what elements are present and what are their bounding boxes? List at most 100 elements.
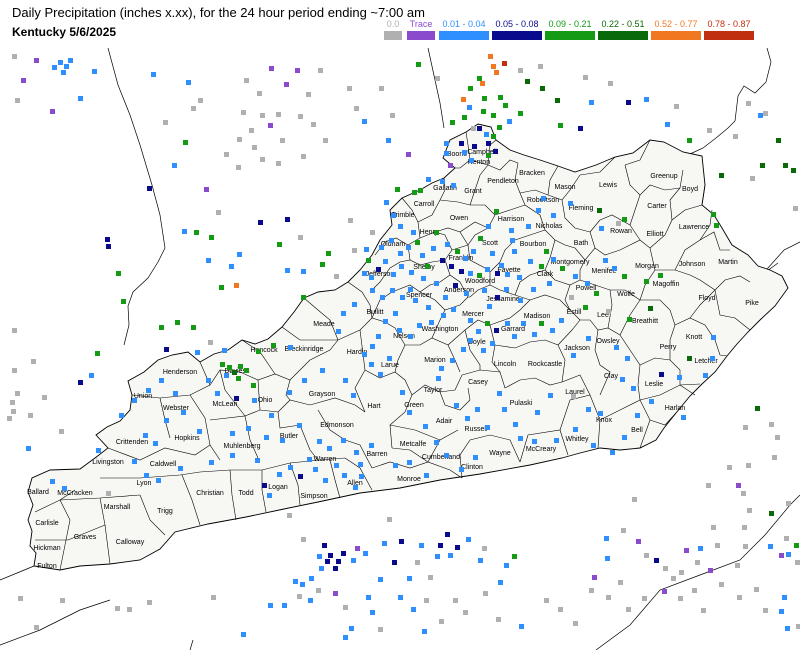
station-marker — [369, 275, 374, 280]
station-marker — [417, 323, 422, 328]
county-label-pulaski: Pulaski — [510, 400, 533, 407]
station-marker — [490, 251, 495, 256]
station-marker — [445, 242, 450, 247]
station-marker — [502, 61, 507, 66]
station-marker — [164, 418, 169, 423]
station-marker — [143, 433, 148, 438]
station-marker — [92, 69, 97, 74]
station-marker — [743, 425, 748, 430]
station-marker — [468, 318, 473, 323]
station-marker — [195, 350, 200, 355]
station-marker — [197, 429, 202, 434]
station-marker — [428, 575, 433, 580]
station-marker — [301, 154, 306, 159]
station-marker — [419, 543, 424, 548]
station-marker — [487, 304, 492, 309]
station-marker — [531, 287, 536, 292]
station-marker — [59, 429, 64, 434]
station-marker — [473, 455, 478, 460]
station-marker — [518, 436, 523, 441]
station-marker — [342, 473, 347, 478]
station-marker — [186, 80, 191, 85]
station-marker — [52, 65, 57, 70]
station-marker — [264, 435, 269, 440]
station-marker — [415, 240, 420, 245]
station-marker — [478, 558, 483, 563]
station-marker — [58, 60, 63, 65]
station-marker — [491, 64, 496, 69]
station-marker — [369, 443, 374, 448]
station-marker — [343, 605, 348, 610]
station-marker — [252, 145, 257, 150]
station-marker — [560, 266, 565, 271]
station-marker — [648, 306, 653, 311]
station-marker — [400, 390, 405, 395]
station-marker — [147, 186, 152, 191]
station-marker — [736, 483, 741, 488]
station-marker — [191, 325, 196, 330]
county-label-mason: Mason — [554, 184, 575, 191]
county-label-clark: Clark — [537, 271, 554, 278]
station-marker — [604, 536, 609, 541]
station-marker — [362, 119, 367, 124]
county-label-pike: Pike — [745, 300, 759, 307]
legend-label: 0.22 - 0.51 — [601, 19, 645, 29]
station-marker — [34, 625, 39, 630]
station-marker — [398, 251, 403, 256]
station-marker — [317, 554, 322, 559]
station-marker — [775, 435, 780, 440]
station-marker — [311, 122, 316, 127]
station-marker — [378, 627, 383, 632]
station-marker — [370, 288, 375, 293]
station-marker — [737, 595, 742, 600]
station-marker — [443, 295, 448, 300]
station-marker — [747, 508, 752, 513]
station-marker — [96, 448, 101, 453]
county-label-johnson: Johnson — [679, 261, 706, 268]
legend-item: 0.52 - 0.77 — [651, 19, 701, 40]
station-marker — [459, 467, 464, 472]
station-marker — [392, 560, 397, 565]
station-marker — [234, 283, 239, 288]
station-marker — [343, 378, 348, 383]
station-marker — [463, 610, 468, 615]
station-marker — [715, 543, 720, 548]
station-marker — [269, 66, 274, 71]
county-label-pendleton: Pendleton — [487, 178, 519, 185]
station-marker — [309, 576, 314, 581]
legend-swatch — [545, 31, 595, 40]
station-marker — [224, 152, 229, 157]
precipitation-map: BooneKentonCampbellGallatin GrantPendleto… — [0, 0, 800, 650]
station-marker — [323, 478, 328, 483]
station-marker — [477, 76, 482, 81]
station-marker — [106, 491, 111, 496]
station-marker — [544, 598, 549, 603]
station-marker — [11, 409, 16, 414]
county-label-marshall: Marshall — [104, 504, 131, 511]
station-marker — [313, 467, 318, 472]
county-label-boyd: Boyd — [682, 186, 698, 193]
station-marker — [779, 553, 784, 558]
station-marker — [379, 245, 384, 250]
station-marker — [383, 259, 388, 264]
station-marker — [269, 413, 274, 418]
station-marker — [341, 551, 346, 556]
station-marker — [455, 249, 460, 254]
station-marker — [532, 439, 537, 444]
station-marker — [791, 168, 796, 173]
station-marker — [318, 68, 323, 73]
legend-swatch — [492, 31, 542, 40]
station-marker — [616, 221, 621, 226]
station-marker — [369, 362, 374, 367]
station-marker — [62, 486, 67, 491]
station-marker — [614, 345, 619, 350]
station-marker — [351, 558, 356, 563]
station-marker — [622, 435, 627, 440]
station-marker — [727, 465, 732, 470]
station-marker — [393, 463, 398, 468]
station-marker — [127, 607, 132, 612]
station-marker — [325, 559, 330, 564]
county-label-christian: Christian — [196, 490, 224, 497]
station-marker — [378, 577, 383, 582]
station-marker — [701, 608, 706, 613]
